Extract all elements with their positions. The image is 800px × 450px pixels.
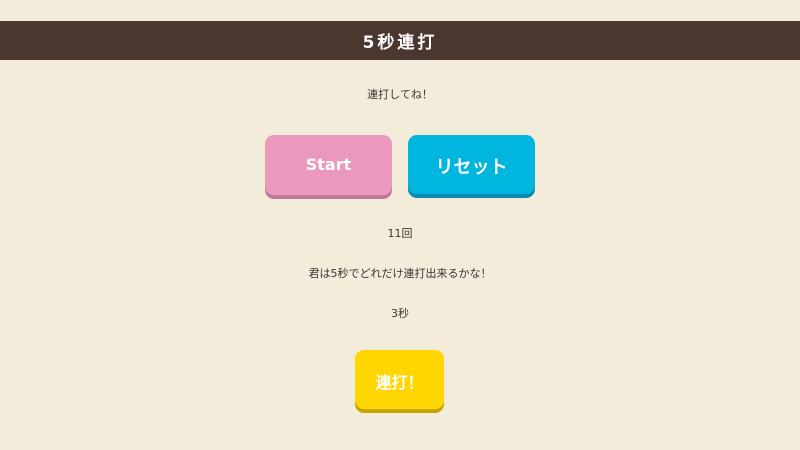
- challenge-message: 君は5秒でどれだけ連打出来るかな！: [308, 267, 492, 280]
- header-bar: 5秒連打: [0, 21, 800, 60]
- tap-count: 11回: [387, 227, 413, 240]
- game-page: 5秒連打 連打してね！ Start リセット 11回 君は5秒でどれだけ連打出来…: [0, 0, 800, 450]
- tap-button[interactable]: 連打！: [355, 350, 444, 409]
- page-title: 5秒連打: [362, 33, 438, 53]
- instruction-text: 連打してね！: [367, 88, 433, 101]
- start-button[interactable]: Start: [265, 135, 392, 195]
- reset-button[interactable]: リセット: [408, 135, 535, 194]
- timer-display: 3秒: [391, 307, 409, 320]
